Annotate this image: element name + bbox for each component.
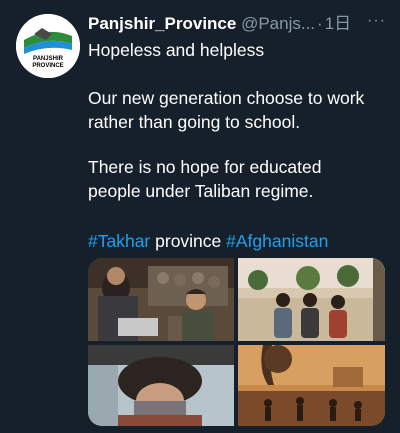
dusty-street-photo [238, 345, 385, 426]
svg-text:PANJSHIR: PANJSHIR [33, 56, 64, 62]
media-grid [88, 258, 385, 426]
tweet-text-line: Hopeless and helpless [88, 40, 265, 60]
children-sitting-photo [238, 258, 385, 341]
tweet-text-line: people under Taliban regime. [88, 181, 314, 201]
separator-dot: · [317, 14, 323, 33]
media-photo-4[interactable] [238, 345, 385, 426]
tweet-paragraph: There is no hope for educated people und… [88, 155, 388, 203]
tweet-paragraph: Our new generation choose to work rather… [88, 86, 388, 134]
tweet-text-line: rather than going to school. [88, 112, 301, 132]
tweet-card[interactable]: PANJSHIR PROVINCE Panjshir_Province @Pan… [0, 0, 400, 433]
timestamp[interactable]: 1日 [325, 14, 351, 33]
child-with-fur-hat-photo [88, 345, 234, 426]
avatar[interactable]: PANJSHIR PROVINCE [16, 14, 80, 78]
hashtag-line: #Takhar province #Afghanistan [88, 229, 388, 253]
svg-text:PROVINCE: PROVINCE [32, 63, 63, 69]
media-photo-2[interactable] [238, 258, 385, 341]
province-logo-icon: PANJSHIR PROVINCE [16, 14, 80, 78]
tweet-text-line: There is no hope for educated [88, 157, 322, 177]
tweet-text-line: Our new generation choose to work [88, 88, 365, 108]
hashtag-middle-word: province [150, 231, 227, 251]
media-photo-3[interactable] [88, 345, 234, 426]
media-photo-1[interactable] [88, 258, 234, 341]
user-handle[interactable]: @Panjs... [241, 14, 315, 33]
hashtag-link-afghanistan[interactable]: #Afghanistan [226, 231, 328, 251]
hashtag-link-takhar[interactable]: #Takhar [88, 231, 150, 251]
display-name[interactable]: Panjshir_Province [88, 14, 236, 33]
ellipsis-icon[interactable]: ··· [367, 12, 386, 30]
market-stall-photo [88, 258, 234, 341]
tweet-header: Panjshir_Province @Panjs... · 1日 [88, 14, 388, 34]
